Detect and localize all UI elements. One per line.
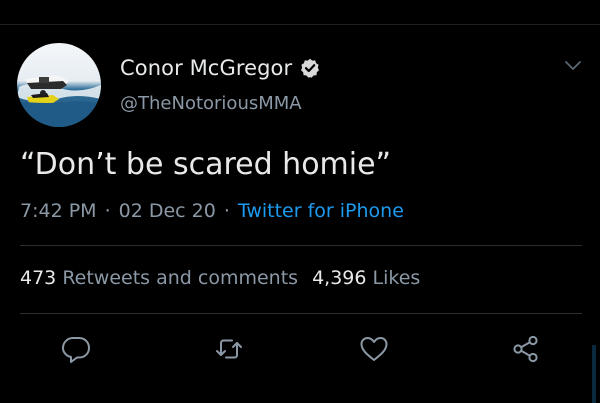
share-icon: [513, 335, 538, 363]
retweets-label: Retweets and comments: [62, 267, 299, 289]
tweet-text: “Don’t be scared homie”: [20, 147, 392, 182]
divider: [20, 313, 582, 314]
meta-separator: ·: [104, 200, 111, 222]
author-name-row[interactable]: Conor McGregor: [120, 53, 320, 83]
top-divider: [0, 24, 600, 25]
edge-indicator: [592, 345, 596, 403]
verified-badge-icon: [300, 58, 320, 78]
tweet-stats: 473 Retweets and comments 4,396 Likes: [20, 267, 420, 289]
author-handle[interactable]: @TheNotoriousMMA: [120, 93, 302, 114]
reply-button[interactable]: [60, 333, 92, 365]
meta-separator: ·: [223, 200, 230, 222]
author-display-name[interactable]: Conor McGregor: [120, 56, 292, 80]
like-button[interactable]: [358, 333, 390, 365]
chevron-down-icon[interactable]: [563, 58, 583, 74]
heart-icon: [360, 337, 388, 361]
retweets-stat[interactable]: 473 Retweets and comments: [20, 267, 298, 289]
avatar[interactable]: [17, 43, 101, 127]
divider: [20, 245, 582, 246]
likes-stat[interactable]: 4,396 Likes: [312, 267, 420, 289]
tweet-date[interactable]: 02 Dec 20: [119, 200, 216, 222]
share-button[interactable]: [510, 333, 542, 365]
reply-icon: [62, 337, 90, 363]
tweet-meta: 7:42 PM · 02 Dec 20 · Twitter for iPhone: [20, 200, 404, 222]
retweet-button[interactable]: [213, 333, 245, 365]
tweet-time[interactable]: 7:42 PM: [20, 200, 97, 222]
likes-label: Likes: [372, 267, 421, 289]
avatar-image: [17, 43, 101, 127]
retweet-icon: [216, 339, 242, 359]
tweet-source-link[interactable]: Twitter for iPhone: [238, 200, 404, 222]
likes-count: 4,396: [312, 267, 367, 289]
retweets-count: 473: [20, 267, 57, 289]
